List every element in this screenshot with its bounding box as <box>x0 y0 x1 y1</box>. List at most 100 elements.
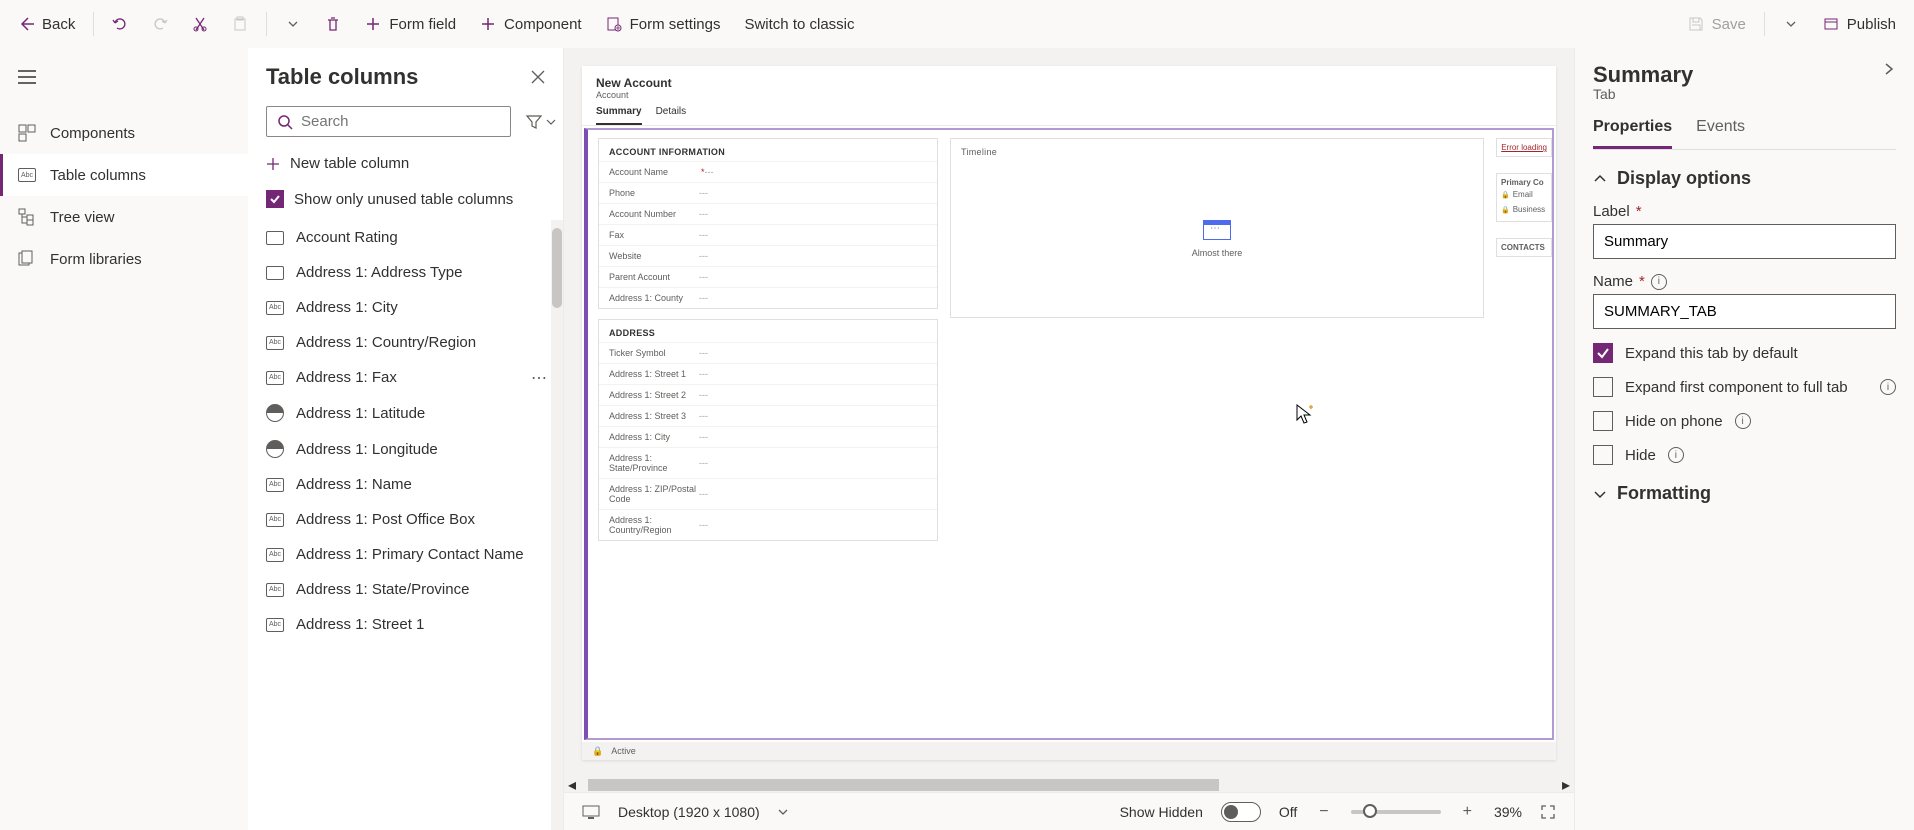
new-table-column-button[interactable]: New table column <box>248 145 563 182</box>
info-icon[interactable]: i <box>1735 413 1751 429</box>
form-field-row[interactable]: Address 1: County--- <box>599 287 937 308</box>
error-loading-link[interactable]: Error loading <box>1496 138 1552 157</box>
form-field-row[interactable]: Fax--- <box>599 224 937 245</box>
fit-to-screen-button[interactable] <box>1540 804 1556 820</box>
column-item[interactable]: AbcAddress 1: Name <box>248 467 563 502</box>
switch-classic-button[interactable]: Switch to classic <box>734 10 864 39</box>
column-item[interactable]: AbcAddress 1: Fax⋯ <box>248 360 563 395</box>
info-icon[interactable]: i <box>1651 274 1667 290</box>
field-value: --- <box>699 348 927 358</box>
contacts-card[interactable]: CONTACTS <box>1496 238 1552 257</box>
show-hidden-toggle[interactable] <box>1221 802 1261 822</box>
save-label: Save <box>1712 16 1746 33</box>
props-tab-events[interactable]: Events <box>1696 118 1745 149</box>
field-label: Address 1: Street 3 <box>609 411 699 421</box>
column-item[interactable]: AbcAddress 1: State/Province <box>248 572 563 607</box>
close-icon <box>531 70 545 84</box>
show-unused-checkbox-row[interactable]: Show only unused table columns <box>248 182 563 220</box>
hscroll-thumb[interactable] <box>588 779 1219 791</box>
column-item[interactable]: Address 1: Address Type <box>248 255 563 290</box>
rail-item-form-libraries[interactable]: Form libraries <box>0 238 248 280</box>
hide-checkbox[interactable]: Hide i <box>1593 445 1896 465</box>
column-item[interactable]: Account Rating <box>248 220 563 255</box>
column-item[interactable]: Address 1: Latitude <box>248 395 563 431</box>
paste-button[interactable] <box>222 10 258 38</box>
publish-button[interactable]: Publish <box>1813 10 1906 39</box>
form-field-row[interactable]: Address 1: Street 3--- <box>599 405 937 426</box>
hide-phone-checkbox[interactable]: Hide on phone i <box>1593 411 1896 431</box>
column-label: Address 1: Name <box>296 476 412 493</box>
search-input[interactable] <box>301 113 500 130</box>
accordion-formatting[interactable]: Formatting <box>1593 483 1896 504</box>
delete-button[interactable] <box>315 10 351 38</box>
info-icon[interactable]: i <box>1668 447 1684 463</box>
more-icon[interactable]: ⋯ <box>531 368 549 388</box>
redo-icon <box>152 16 168 32</box>
form-preview[interactable]: New Account Account Summary Details ACCO… <box>582 66 1556 760</box>
rail-components-label: Components <box>50 125 135 142</box>
props-tab-properties[interactable]: Properties <box>1593 118 1672 149</box>
label-input[interactable] <box>1593 224 1896 259</box>
search-input-wrap[interactable] <box>266 106 511 137</box>
field-label: Address 1: State/Province <box>609 453 699 473</box>
column-item[interactable]: AbcAddress 1: Street 1 <box>248 607 563 642</box>
expand-default-checkbox[interactable]: Expand this tab by default <box>1593 343 1896 363</box>
rail-item-components[interactable]: Components <box>0 112 248 154</box>
column-item[interactable]: Address 1: Longitude <box>248 431 563 467</box>
expand-default-label: Expand this tab by default <box>1625 345 1798 362</box>
form-field-row[interactable]: Address 1: ZIP/Postal Code--- <box>599 478 937 509</box>
form-tab-summary[interactable]: Summary <box>596 106 642 125</box>
back-button[interactable]: Back <box>8 10 85 39</box>
undo-button[interactable] <box>102 10 138 38</box>
redo-button[interactable] <box>142 10 178 38</box>
zoom-out-button[interactable]: − <box>1315 803 1332 821</box>
column-item[interactable]: AbcAddress 1: Primary Contact Name <box>248 537 563 572</box>
save-button[interactable]: Save <box>1678 10 1756 39</box>
horizontal-scrollbar[interactable]: ◂ ▸ <box>564 778 1574 792</box>
expand-first-checkbox[interactable]: Expand first component to full tab i <box>1593 377 1896 397</box>
column-item[interactable]: AbcAddress 1: City <box>248 290 563 325</box>
close-panel-button[interactable] <box>531 70 545 84</box>
paste-chevron-button[interactable] <box>275 10 311 38</box>
column-item[interactable]: AbcAddress 1: Post Office Box <box>248 502 563 537</box>
form-field-row[interactable]: Ticker Symbol--- <box>599 342 937 363</box>
column-item[interactable]: AbcAddress 1: Country/Region <box>248 325 563 360</box>
primary-contact-card[interactable]: Primary Co 🔒Email 🔒Business <box>1496 173 1552 222</box>
form-field-row[interactable]: Phone--- <box>599 182 937 203</box>
status-lock-icon: 🔒 <box>592 746 603 757</box>
device-label[interactable]: Desktop (1920 x 1080) <box>618 804 760 820</box>
plus-icon <box>266 157 280 171</box>
form-field-row[interactable]: Address 1: City--- <box>599 426 937 447</box>
add-form-field-button[interactable]: Form field <box>355 10 466 39</box>
form-field-row[interactable]: Parent Account--- <box>599 266 937 287</box>
form-field-row[interactable]: Address 1: Country/Region--- <box>599 509 937 540</box>
form-field-row[interactable]: Address 1: Street 2--- <box>599 384 937 405</box>
accordion-display-options[interactable]: Display options <box>1593 168 1896 189</box>
name-input[interactable] <box>1593 294 1896 329</box>
add-component-button[interactable]: Component <box>470 10 592 39</box>
delete-icon <box>325 16 341 32</box>
column-list[interactable]: Account RatingAddress 1: Address TypeAbc… <box>248 220 563 830</box>
cut-button[interactable] <box>182 10 218 38</box>
expand-panel-button[interactable] <box>1882 62 1896 76</box>
section-address[interactable]: ADDRESS Ticker Symbol---Address 1: Stree… <box>598 319 938 541</box>
save-chevron-button[interactable] <box>1773 10 1809 38</box>
hamburger-button[interactable] <box>0 60 248 94</box>
filter-button[interactable] <box>517 107 565 137</box>
rail-item-table-columns[interactable]: Abc Table columns <box>0 154 248 196</box>
form-field-row[interactable]: Address 1: Street 1--- <box>599 363 937 384</box>
form-field-row[interactable]: Website--- <box>599 245 937 266</box>
form-field-row[interactable]: Address 1: State/Province--- <box>599 447 937 478</box>
section-account-info[interactable]: ACCOUNT INFORMATION Account Name*---Phon… <box>598 138 938 309</box>
zoom-slider-thumb[interactable] <box>1363 804 1377 818</box>
zoom-in-button[interactable]: + <box>1459 803 1476 821</box>
chevron-down-icon[interactable] <box>778 807 788 817</box>
rail-item-tree-view[interactable]: Tree view <box>0 196 248 238</box>
form-tab-details[interactable]: Details <box>656 106 687 125</box>
form-settings-button[interactable]: Form settings <box>596 10 731 39</box>
zoom-slider[interactable] <box>1351 810 1441 814</box>
info-icon[interactable]: i <box>1880 379 1896 395</box>
form-field-row[interactable]: Account Number--- <box>599 203 937 224</box>
form-field-row[interactable]: Account Name*--- <box>599 161 937 182</box>
timeline-section[interactable]: Timeline Almost there <box>950 138 1484 318</box>
